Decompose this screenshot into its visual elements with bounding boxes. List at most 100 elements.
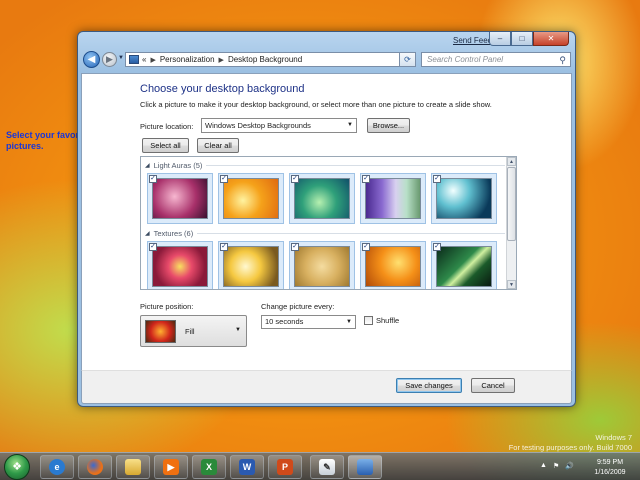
collapse-triangle-icon[interactable]: ◢ bbox=[145, 230, 150, 237]
group-header-light-auras[interactable]: ◢ Light Auras (5) bbox=[145, 161, 505, 170]
back-button[interactable]: ◀ bbox=[83, 51, 100, 68]
scrollbar-thumb[interactable] bbox=[507, 167, 516, 241]
wallpaper-image bbox=[436, 246, 492, 287]
forward-button[interactable]: ▶ bbox=[102, 52, 117, 67]
search-placeholder: Search Control Panel bbox=[427, 55, 504, 64]
picture-position-select[interactable]: Fill ▼ bbox=[140, 315, 247, 347]
scroll-up-icon[interactable]: ▲ bbox=[507, 157, 516, 166]
taskbar-word[interactable]: W bbox=[230, 455, 264, 479]
taskbar-powerpoint[interactable]: P bbox=[268, 455, 302, 479]
start-button[interactable]: ❖ bbox=[4, 454, 30, 480]
caption-buttons: – □ ✕ bbox=[489, 32, 569, 46]
breadcrumb-desktop-background[interactable]: Desktop Background bbox=[228, 55, 302, 64]
wallpaper-thumbnail[interactable]: ✓ bbox=[360, 241, 426, 289]
build-watermark: Windows 7 For testing purposes only. Bui… bbox=[509, 433, 632, 453]
breadcrumb-personalization[interactable]: Personalization bbox=[160, 55, 215, 64]
back-arrow-icon: ◀ bbox=[87, 54, 96, 65]
windows-explorer-icon bbox=[125, 459, 141, 475]
group-label: Textures (6) bbox=[153, 229, 194, 238]
checkbox-checked-icon[interactable]: ✓ bbox=[362, 175, 370, 183]
checkbox-checked-icon[interactable]: ✓ bbox=[220, 175, 228, 183]
change-picture-interval-select[interactable]: 10 seconds ▼ bbox=[261, 315, 356, 329]
wallpaper-image bbox=[223, 246, 279, 287]
search-icon[interactable]: ⚲ bbox=[559, 54, 566, 67]
taskbar-clock[interactable]: 9:59 PM 1/16/2009 bbox=[586, 458, 634, 478]
gallery-scrollbar[interactable]: ▲ ▼ bbox=[506, 157, 516, 289]
checkbox-checked-icon[interactable]: ✓ bbox=[291, 243, 299, 251]
clock-date: 1/16/2009 bbox=[594, 469, 626, 476]
shuffle-label: Shuffle bbox=[376, 316, 400, 325]
taskbar-windows-explorer[interactable] bbox=[116, 455, 150, 479]
wallpaper-image bbox=[365, 178, 421, 219]
wallpaper-image bbox=[294, 246, 350, 287]
wallpaper-image bbox=[294, 178, 350, 219]
wallpaper-thumbnail[interactable]: ✓ bbox=[360, 173, 426, 224]
checkbox-checked-icon[interactable]: ✓ bbox=[149, 243, 157, 251]
taskbar-notepad[interactable]: ✎ bbox=[310, 455, 344, 479]
page-description: Click a picture to make it your desktop … bbox=[140, 100, 492, 109]
wallpaper-thumbnail[interactable]: ✓ bbox=[431, 173, 497, 224]
wallpaper-thumbnail[interactable]: ✓ bbox=[431, 241, 497, 289]
wallpaper-image bbox=[152, 178, 208, 219]
checkbox-checked-icon[interactable]: ✓ bbox=[291, 175, 299, 183]
refresh-button[interactable]: ⟳ bbox=[399, 52, 416, 67]
wallpaper-gallery: ◢ Light Auras (5) ✓ ✓ ✓ ✓ ✓ ◢ Textures (… bbox=[140, 156, 517, 290]
recent-pages-dropdown-icon[interactable]: ▼ bbox=[118, 55, 124, 61]
picture-position-value: Fill bbox=[185, 327, 195, 336]
breadcrumb-overflow[interactable]: « bbox=[142, 55, 146, 64]
word-icon: W bbox=[239, 459, 255, 475]
refresh-icon: ⟳ bbox=[404, 55, 411, 64]
wallpaper-thumbnail[interactable]: ✓ bbox=[147, 173, 213, 224]
maximize-button[interactable]: □ bbox=[511, 32, 533, 46]
firefox-icon bbox=[87, 459, 103, 475]
checkbox-checked-icon[interactable]: ✓ bbox=[433, 175, 441, 183]
address-bar[interactable]: « ▶ Personalization ▶ Desktop Background… bbox=[125, 52, 415, 67]
clear-all-button[interactable]: Clear all bbox=[197, 138, 239, 153]
shuffle-checkbox[interactable]: Shuffle bbox=[364, 316, 399, 325]
cancel-button[interactable]: Cancel bbox=[471, 378, 515, 393]
windows-logo-icon: ❖ bbox=[12, 461, 22, 473]
chevron-down-icon: ▼ bbox=[235, 327, 241, 333]
checkbox-checked-icon[interactable]: ✓ bbox=[220, 243, 228, 251]
select-all-button[interactable]: Select all bbox=[142, 138, 189, 153]
scroll-down-icon[interactable]: ▼ bbox=[507, 280, 516, 289]
checkbox-checked-icon[interactable]: ✓ bbox=[433, 243, 441, 251]
clock-time: 9:59 PM bbox=[596, 459, 624, 466]
wallpaper-thumbnail[interactable]: ✓ bbox=[289, 241, 355, 289]
volume-icon[interactable]: 🔊 bbox=[565, 462, 574, 470]
group-header-textures[interactable]: ◢ Textures (6) bbox=[145, 229, 505, 238]
save-changes-button[interactable]: Save changes bbox=[396, 378, 462, 393]
position-preview-image bbox=[145, 320, 176, 343]
checkbox-unchecked-icon[interactable] bbox=[364, 316, 373, 325]
close-button[interactable]: ✕ bbox=[533, 32, 569, 46]
checkbox-checked-icon[interactable]: ✓ bbox=[362, 243, 370, 251]
control-panel-icon bbox=[357, 459, 373, 475]
minimize-button[interactable]: – bbox=[489, 32, 511, 46]
watermark-product: Windows 7 bbox=[595, 433, 632, 442]
chevron-down-icon: ▼ bbox=[347, 122, 353, 128]
taskbar-firefox[interactable] bbox=[78, 455, 112, 479]
taskbar-control-panel[interactable] bbox=[348, 455, 382, 479]
checkbox-checked-icon[interactable]: ✓ bbox=[149, 175, 157, 183]
control-panel-icon bbox=[129, 55, 139, 64]
show-hidden-icons-icon[interactable]: ▲ bbox=[540, 462, 547, 470]
taskbar: ❖ e ▶ X W P ✎ ▲ ⚑ 🔊 9:59 PM 1/16/2009 bbox=[0, 452, 640, 480]
chevron-down-icon: ▼ bbox=[346, 319, 352, 325]
action-center-flag-icon[interactable]: ⚑ bbox=[553, 462, 559, 470]
taskbar-media-player[interactable]: ▶ bbox=[154, 455, 188, 479]
search-input[interactable]: Search Control Panel ⚲ bbox=[421, 52, 571, 67]
wallpaper-thumbnail[interactable]: ✓ bbox=[218, 173, 284, 224]
taskbar-excel[interactable]: X bbox=[192, 455, 226, 479]
wallpaper-image bbox=[436, 178, 492, 219]
powerpoint-icon: P bbox=[277, 459, 293, 475]
picture-location-label: Picture location: bbox=[140, 122, 194, 131]
wallpaper-thumbnail[interactable]: ✓ bbox=[218, 241, 284, 289]
picture-position-label: Picture position: bbox=[140, 302, 194, 311]
wallpaper-thumbnail[interactable]: ✓ bbox=[289, 173, 355, 224]
picture-location-select[interactable]: Windows Desktop Backgrounds ▼ bbox=[201, 118, 357, 133]
wallpaper-thumbnail[interactable]: ✓ bbox=[147, 241, 213, 289]
system-tray: ▲ ⚑ 🔊 bbox=[540, 462, 574, 470]
browse-button[interactable]: Browse... bbox=[367, 118, 410, 133]
taskbar-internet-explorer[interactable]: e bbox=[40, 455, 74, 479]
collapse-triangle-icon[interactable]: ◢ bbox=[145, 162, 150, 169]
